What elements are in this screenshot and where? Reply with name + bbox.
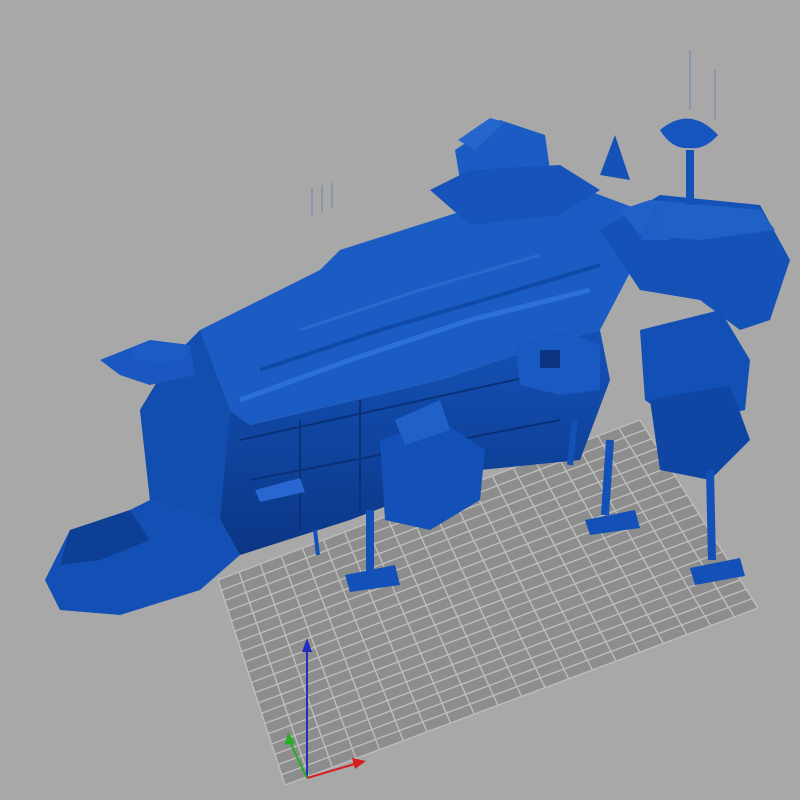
- radar-dish: [660, 118, 718, 149]
- scene: [45, 50, 790, 786]
- 3d-viewport[interactable]: [0, 0, 800, 800]
- x-axis-arrow: [352, 758, 366, 769]
- front-dish: [132, 342, 188, 362]
- engine-pod-lower: [650, 385, 750, 480]
- side-pod-window: [540, 350, 560, 368]
- fin: [600, 135, 630, 180]
